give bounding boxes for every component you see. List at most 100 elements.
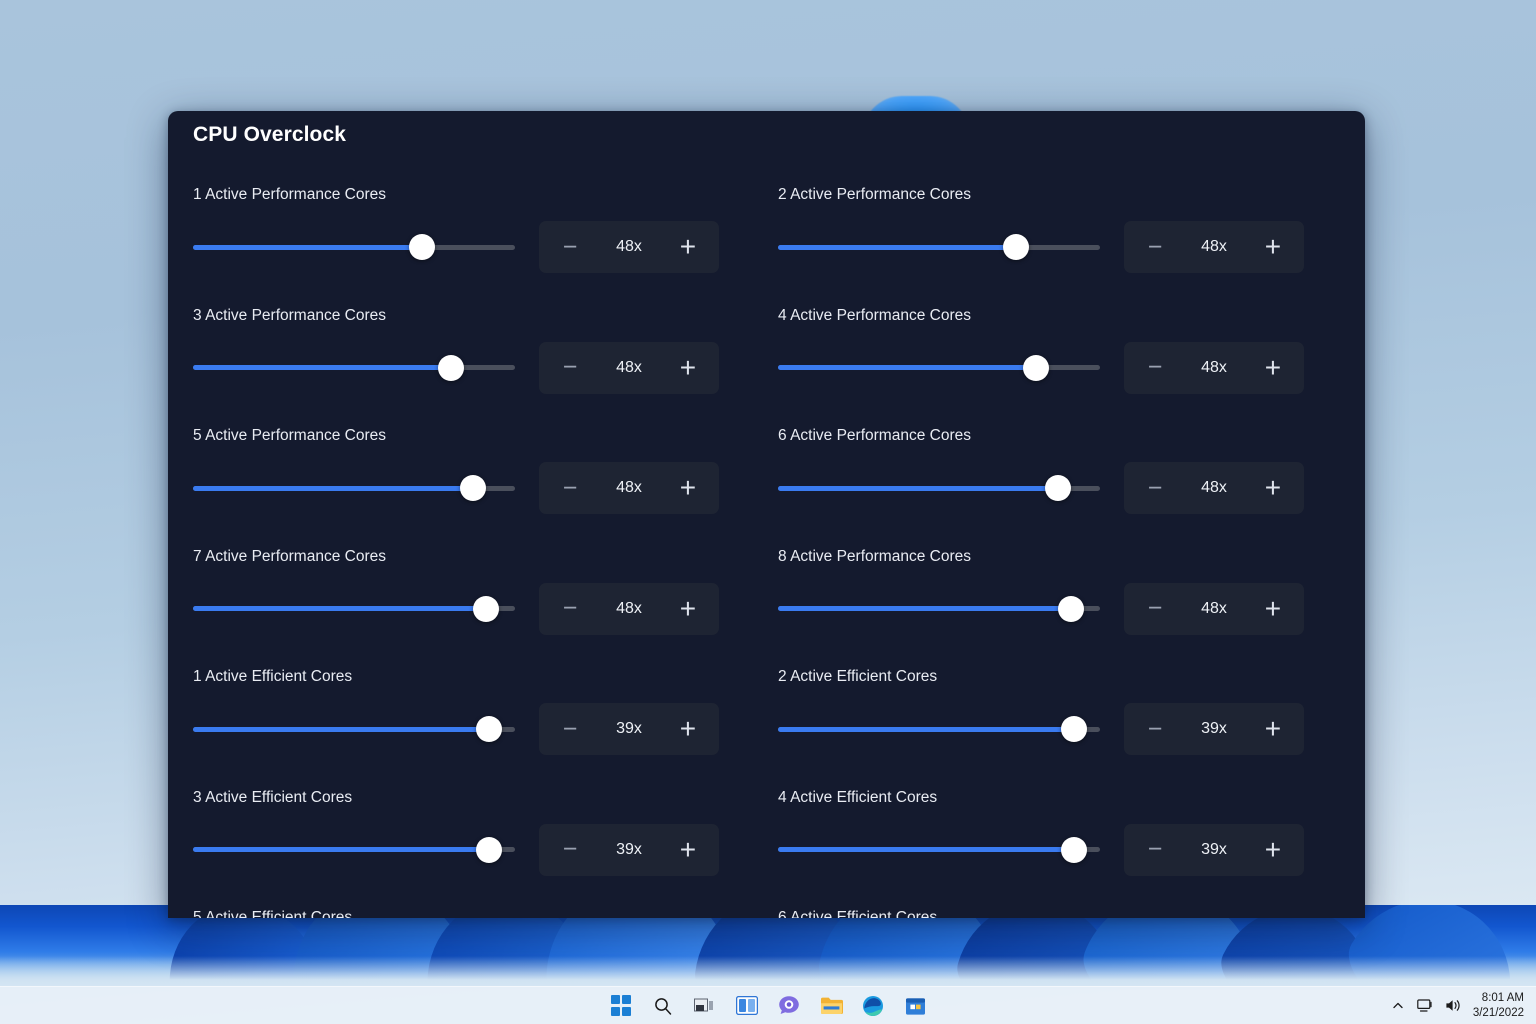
slider-fill [778, 485, 1059, 491]
increment-button[interactable]: + [1260, 835, 1286, 864]
multiplier-stepper: − 39x + [1124, 703, 1304, 755]
core-slider-controls: − 48x + [193, 462, 719, 514]
slider-fill [193, 606, 487, 611]
chevron-up-icon[interactable] [1389, 997, 1407, 1015]
slider-fill [778, 606, 1072, 611]
decrement-button[interactable]: − [557, 596, 583, 621]
decrement-button[interactable]: − [1142, 355, 1168, 380]
core-slider-controls: − 48x + [193, 582, 719, 635]
multiplier-slider[interactable] [778, 595, 1100, 622]
multiplier-value: 48x [616, 599, 642, 617]
widgets-icon[interactable] [735, 994, 759, 1018]
multiplier-slider[interactable] [778, 716, 1100, 742]
slider-thumb[interactable] [1003, 234, 1030, 260]
multiplier-value: 39x [1201, 720, 1227, 737]
multiplier-slider[interactable] [193, 595, 515, 622]
core-slider-row: 8 Active Performance Cores − 48x + [778, 537, 1343, 658]
increment-button[interactable]: + [1260, 715, 1286, 743]
multiplier-stepper: − 48x + [539, 341, 719, 394]
edge-icon[interactable] [861, 994, 885, 1018]
slider-thumb[interactable] [460, 475, 487, 501]
slider-thumb[interactable] [408, 234, 435, 260]
chat-icon[interactable] [777, 994, 801, 1018]
multiplier-value: 48x [616, 358, 642, 376]
core-slider-row: 5 Active Efficient Cores [193, 898, 778, 918]
core-slider-label: 3 Active Performance Cores [193, 306, 386, 324]
increment-button[interactable]: + [1260, 474, 1286, 502]
network-icon[interactable] [1417, 997, 1435, 1015]
increment-button[interactable]: + [1260, 353, 1286, 382]
decrement-button[interactable]: − [557, 355, 583, 380]
multiplier-slider[interactable] [193, 716, 515, 742]
decrement-button[interactable]: − [557, 475, 583, 501]
clock[interactable]: 8:01 AM 3/21/2022 [1473, 991, 1528, 1020]
task-view-icon[interactable] [693, 994, 717, 1018]
slider-fill [193, 365, 451, 370]
slider-thumb[interactable] [476, 716, 503, 742]
core-slider-row: 7 Active Performance Cores − 48x + [193, 537, 778, 658]
clock-time: 8:01 AM [1481, 992, 1524, 1005]
microsoft-store-icon[interactable] [903, 994, 927, 1018]
search-icon[interactable] [651, 994, 675, 1018]
slider-thumb[interactable] [437, 354, 464, 381]
core-slider-row: 3 Active Efficient Cores − 39x + [193, 778, 778, 899]
core-slider-label: 3 Active Efficient Cores [193, 788, 353, 806]
bloom-fade [0, 956, 1536, 990]
multiplier-slider[interactable] [193, 354, 515, 381]
increment-button[interactable]: + [675, 353, 701, 382]
multiplier-value: 48x [616, 238, 642, 255]
increment-button[interactable]: + [675, 594, 701, 623]
multiplier-slider[interactable] [193, 234, 515, 260]
multiplier-slider[interactable] [778, 234, 1100, 260]
decrement-button[interactable]: − [557, 234, 583, 260]
increment-button[interactable]: + [1260, 233, 1286, 261]
slider-thumb[interactable] [1061, 716, 1088, 742]
multiplier-value: 48x [1201, 358, 1227, 376]
core-slider-label: 7 Active Performance Cores [193, 547, 386, 565]
core-slider-row: 1 Active Efficient Cores − 39x + [193, 657, 778, 778]
core-slider-row: 5 Active Performance Cores − 48x + [193, 416, 778, 537]
core-slider-row: 6 Active Efficient Cores [778, 898, 1343, 918]
multiplier-value: 39x [1201, 840, 1227, 858]
increment-button[interactable]: + [675, 474, 701, 502]
core-slider-grid: 1 Active Performance Cores − 48x +2 Active … [193, 175, 1343, 918]
decrement-button[interactable]: − [1142, 234, 1168, 260]
core-slider-row: 4 Active Efficient Cores − 39x + [778, 778, 1343, 899]
volume-icon[interactable] [1445, 997, 1463, 1015]
multiplier-stepper: − 48x + [1124, 582, 1304, 635]
multiplier-slider[interactable] [778, 475, 1100, 501]
decrement-button[interactable]: − [557, 716, 583, 742]
slider-thumb[interactable] [1022, 354, 1049, 381]
core-slider-row: 3 Active Performance Cores − 48x + [193, 296, 778, 417]
slider-fill [778, 244, 1017, 250]
core-slider-label: 6 Active Performance Cores [778, 427, 971, 444]
decrement-button[interactable]: − [557, 837, 583, 862]
slider-thumb[interactable] [1058, 595, 1085, 622]
decrement-button[interactable]: − [1142, 716, 1168, 742]
decrement-button[interactable]: − [1142, 475, 1168, 501]
slider-thumb[interactable] [473, 595, 500, 622]
decrement-button[interactable]: − [1142, 596, 1168, 621]
increment-button[interactable]: + [1260, 594, 1286, 623]
multiplier-slider[interactable] [778, 836, 1100, 863]
taskbar-icon-group [609, 994, 927, 1018]
multiplier-slider[interactable] [193, 836, 515, 863]
multiplier-value: 39x [616, 720, 642, 737]
slider-thumb[interactable] [1061, 836, 1088, 863]
file-explorer-icon[interactable] [819, 994, 843, 1018]
multiplier-stepper: − 48x + [539, 462, 719, 514]
increment-button[interactable]: + [675, 715, 701, 743]
slider-thumb[interactable] [476, 836, 503, 863]
multiplier-slider[interactable] [193, 475, 515, 501]
multiplier-slider[interactable] [778, 354, 1100, 381]
slider-thumb[interactable] [1045, 475, 1072, 501]
increment-button[interactable]: + [675, 233, 701, 261]
start-icon[interactable] [609, 994, 633, 1018]
slider-fill [778, 847, 1075, 852]
multiplier-stepper: − 48x + [1124, 221, 1304, 273]
taskbar: 8:01 AM 3/21/2022 [0, 986, 1536, 1024]
increment-button[interactable]: + [675, 835, 701, 864]
multiplier-stepper: − 48x + [1124, 462, 1304, 514]
system-tray: 8:01 AM 3/21/2022 [1389, 991, 1528, 1020]
decrement-button[interactable]: − [1142, 837, 1168, 862]
